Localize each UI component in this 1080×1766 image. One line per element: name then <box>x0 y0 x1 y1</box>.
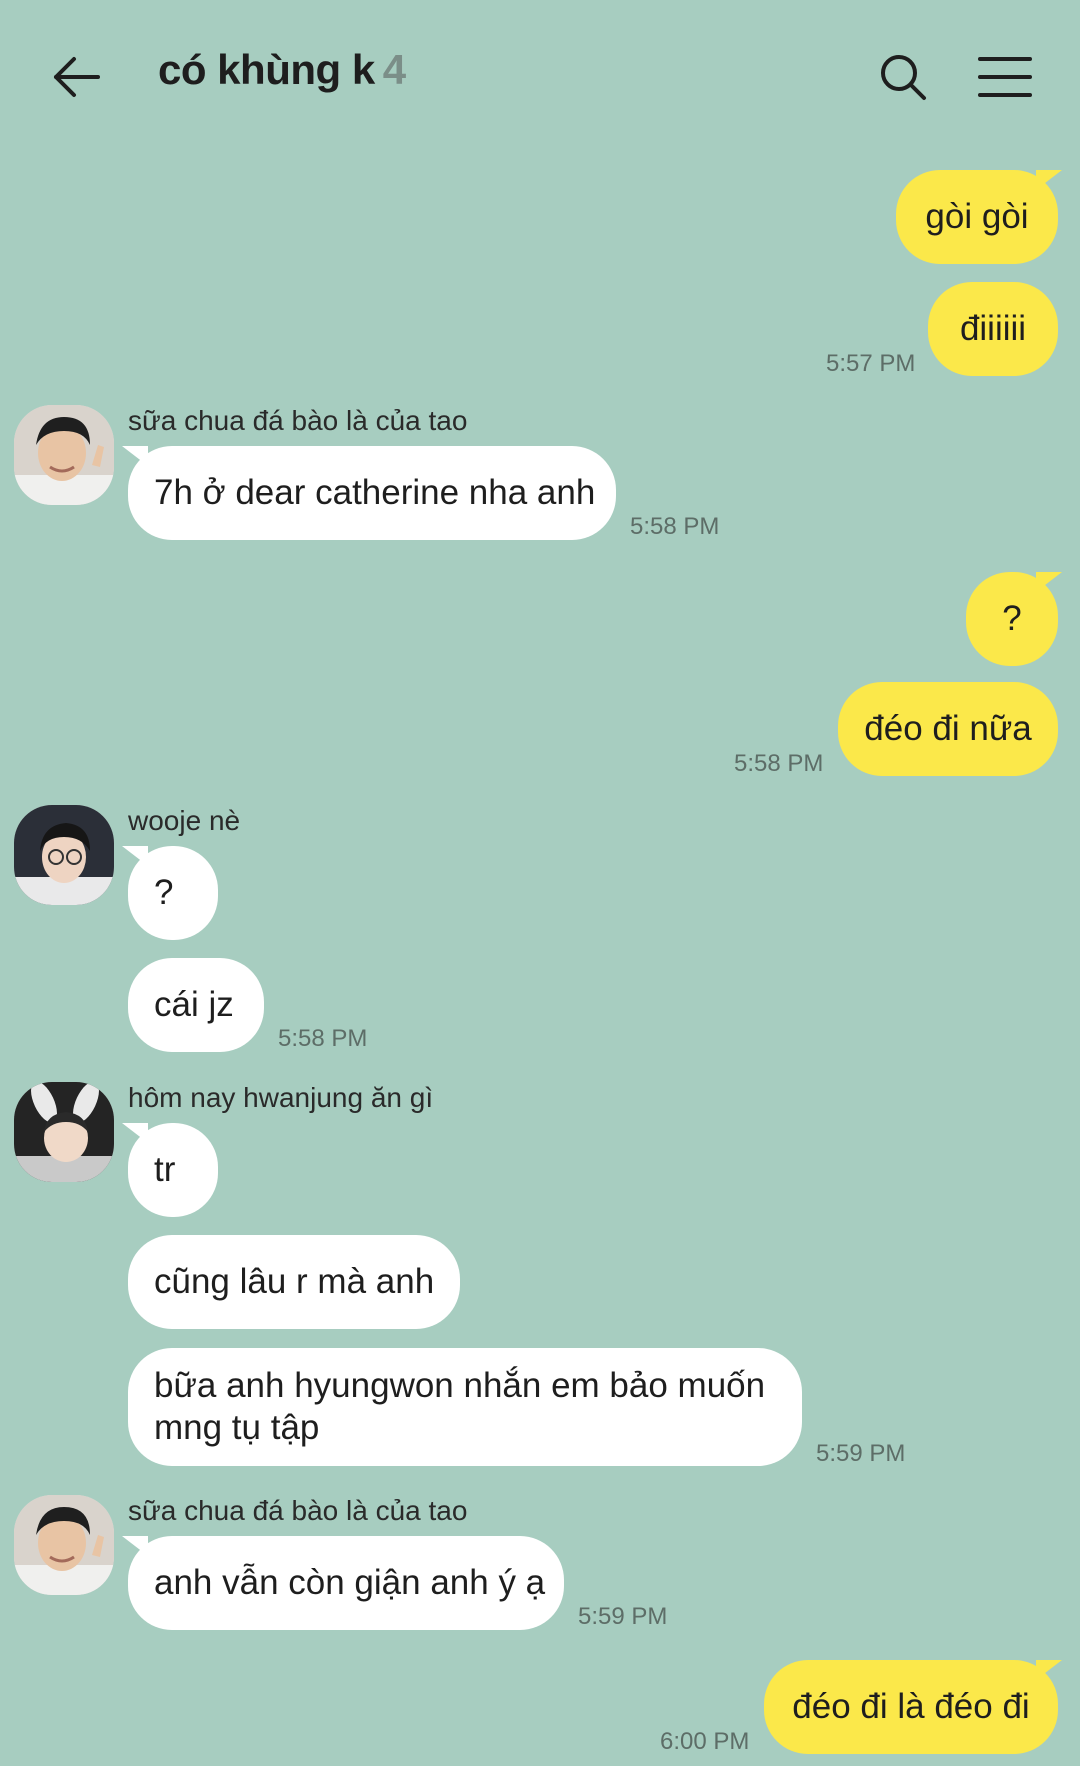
message-text: ? <box>154 873 174 912</box>
message-timestamp: 5:58 PM <box>630 513 720 540</box>
incoming-message[interactable]: anh vẫn còn giận anh ý ạ <box>128 1536 564 1630</box>
avatar-photo <box>14 1495 114 1595</box>
message-text: anh vẫn còn giận anh ý ạ <box>154 1563 546 1602</box>
incoming-message[interactable]: 7h ở dear catherine nha anh <box>128 446 616 540</box>
avatar[interactable] <box>14 1495 114 1595</box>
incoming-message[interactable]: cũng lâu r mà anh <box>128 1235 460 1329</box>
chat-title-text: có khùng k <box>158 46 375 93</box>
menu-button[interactable] <box>968 40 1042 114</box>
message-text: điiiiii <box>959 309 1027 348</box>
message-text: đéo đi là đéo đi <box>792 1687 1030 1726</box>
outgoing-message[interactable]: đéo đi là đéo đi <box>764 1660 1058 1754</box>
message-timestamp: 5:58 PM <box>734 750 824 777</box>
outgoing-message[interactable]: đéo đi nữa <box>838 682 1058 776</box>
chat-title: có khùng k4 <box>158 46 406 94</box>
outgoing-message[interactable]: điiiiii <box>928 282 1058 376</box>
sender-name: hôm nay hwanjung ăn gì <box>128 1082 434 1113</box>
avatar-photo <box>14 405 114 505</box>
sender-name: sữa chua đá bào là của tao <box>128 1495 468 1526</box>
avatar[interactable] <box>14 805 114 905</box>
message-text: 7h ở dear catherine nha anh <box>154 473 596 512</box>
incoming-message[interactable]: bữa anh hyungwon nhắn em bảo muốn mng tụ… <box>128 1348 802 1466</box>
message-timestamp: 5:59 PM <box>578 1603 668 1630</box>
message-text: đéo đi nữa <box>864 709 1032 748</box>
back-button[interactable] <box>40 40 114 114</box>
message-text: cái jz <box>154 985 234 1024</box>
member-count: 4 <box>382 46 406 93</box>
message-text: bữa anh hyungwon nhắn em bảo muốn mng tụ… <box>154 1366 766 1447</box>
message-timestamp: 6:00 PM <box>660 1728 750 1755</box>
bubble-tail <box>1036 170 1062 190</box>
arrow-left-icon <box>54 57 100 97</box>
sender-name: sữa chua đá bào là của tao <box>128 405 468 436</box>
avatar-photo <box>14 1082 114 1182</box>
search-icon <box>881 55 926 100</box>
message-timestamp: 5:59 PM <box>816 1440 906 1467</box>
outgoing-message[interactable]: gòi gòi <box>896 170 1058 264</box>
avatar[interactable] <box>14 1082 114 1182</box>
bubble-tail <box>1036 1660 1062 1680</box>
message-text: gòi gòi <box>925 197 1029 236</box>
avatar[interactable] <box>14 405 114 505</box>
search-button[interactable] <box>866 40 940 114</box>
message-text: tr <box>154 1150 176 1189</box>
incoming-message[interactable]: ? <box>128 846 218 940</box>
avatar-photo <box>14 805 114 905</box>
message-timestamp: 5:57 PM <box>826 350 916 377</box>
message-text: cũng lâu r mà anh <box>154 1262 435 1301</box>
hamburger-menu-icon <box>978 57 1032 97</box>
incoming-message[interactable]: cái jz <box>128 958 264 1052</box>
message-timestamp: 5:58 PM <box>278 1025 368 1052</box>
incoming-message[interactable]: tr <box>128 1123 218 1217</box>
sender-name: wooje nè <box>128 805 241 836</box>
chat-header: có khùng k4 <box>0 0 1080 150</box>
message-text: ? <box>1002 599 1022 638</box>
bubble-tail <box>1036 572 1062 592</box>
